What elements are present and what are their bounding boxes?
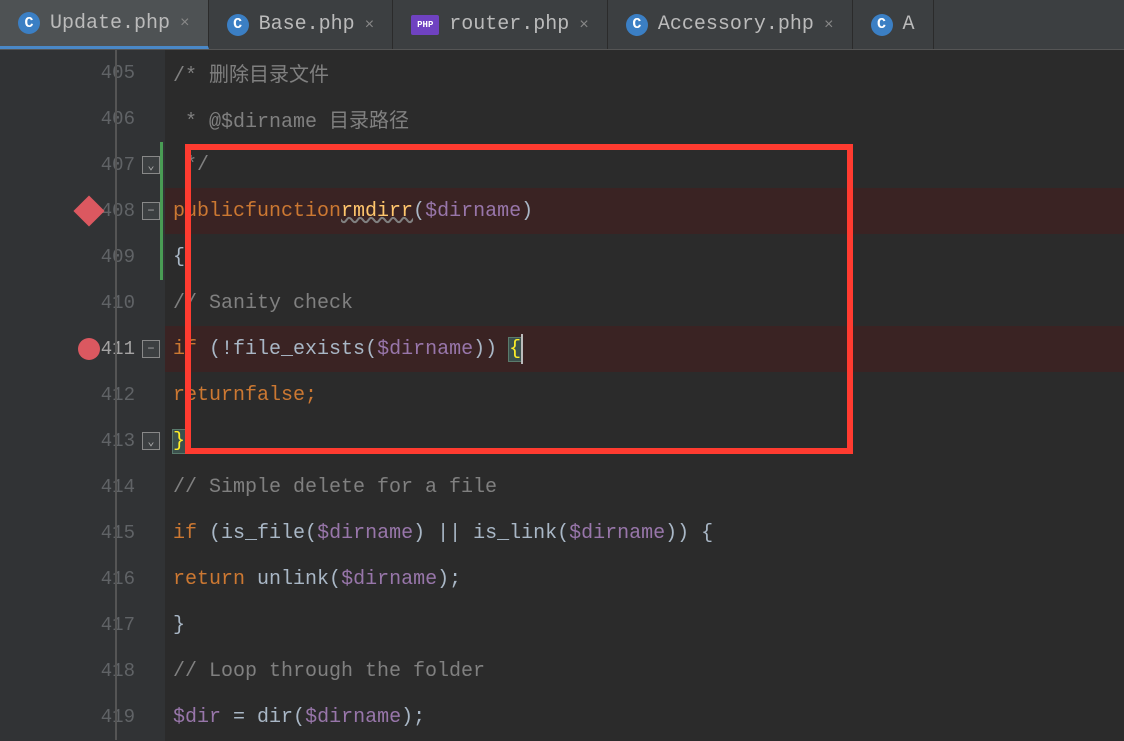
gutter-row[interactable]: 405	[0, 50, 165, 96]
class-icon: C	[626, 14, 648, 36]
tab-accessory-php[interactable]: C Accessory.php ×	[608, 0, 853, 49]
code-line[interactable]: return unlink($dirname);	[165, 556, 1124, 602]
gutter: 405 406 407⌄ 408− 409 410 411− 412 413⌄ …	[0, 50, 165, 741]
gutter-row[interactable]: 410	[0, 280, 165, 326]
tab-label: Accessory.php	[658, 13, 814, 36]
code-line[interactable]: }	[165, 602, 1124, 648]
tab-label: A	[903, 13, 915, 36]
class-icon: C	[18, 12, 40, 34]
fold-end-icon[interactable]: ⌄	[142, 432, 160, 450]
code-line[interactable]: return false;	[165, 372, 1124, 418]
editor-area: 405 406 407⌄ 408− 409 410 411− 412 413⌄ …	[0, 50, 1124, 741]
close-icon[interactable]: ×	[180, 14, 190, 32]
tab-label: Update.php	[50, 12, 170, 35]
fold-end-icon[interactable]: ⌄	[142, 156, 160, 174]
breakpoint-circle-icon[interactable]	[78, 338, 100, 360]
code-line[interactable]: if (is_file($dirname) || is_link($dirnam…	[165, 510, 1124, 556]
php-icon: PHP	[411, 15, 439, 35]
gutter-row[interactable]: 409	[0, 234, 165, 280]
code-line[interactable]: // Sanity check	[165, 280, 1124, 326]
fold-start-icon[interactable]: −	[142, 202, 160, 220]
text-cursor	[521, 334, 523, 364]
code-line[interactable]: * @$dirname 目录路径	[165, 96, 1124, 142]
gutter-row[interactable]: 407⌄	[0, 142, 165, 188]
gutter-row[interactable]: 412	[0, 372, 165, 418]
code-line[interactable]: $dir = dir($dirname);	[165, 694, 1124, 740]
gutter-row[interactable]: 417	[0, 602, 165, 648]
code-area[interactable]: /* 删除目录文件 * @$dirname 目录路径 */ public fun…	[165, 50, 1124, 741]
code-line[interactable]: /* 删除目录文件	[165, 50, 1124, 96]
code-line[interactable]: */	[165, 142, 1124, 188]
gutter-row[interactable]: 414	[0, 464, 165, 510]
gutter-row[interactable]: 406	[0, 96, 165, 142]
code-line[interactable]: {	[165, 234, 1124, 280]
code-line[interactable]: // Simple delete for a file	[165, 464, 1124, 510]
close-icon[interactable]: ×	[365, 16, 375, 34]
class-icon: C	[871, 14, 893, 36]
gutter-row[interactable]: 418	[0, 648, 165, 694]
close-icon[interactable]: ×	[824, 16, 834, 34]
code-line[interactable]: if (!file_exists($dirname)) {	[165, 326, 1124, 372]
tab-base-php[interactable]: C Base.php ×	[209, 0, 394, 49]
gutter-row[interactable]: 415	[0, 510, 165, 556]
tab-label: Base.php	[259, 13, 355, 36]
gutter-row[interactable]: 419	[0, 694, 165, 740]
tab-router-php[interactable]: PHP router.php ×	[393, 0, 608, 49]
tab-label: router.php	[449, 13, 569, 36]
code-line[interactable]: public function rmdirr($dirname)	[165, 188, 1124, 234]
gutter-row[interactable]: 408−	[0, 188, 165, 234]
class-icon: C	[227, 14, 249, 36]
gutter-row[interactable]: 411−	[0, 326, 165, 372]
close-icon[interactable]: ×	[579, 16, 589, 34]
tab-bar: C Update.php × C Base.php × PHP router.p…	[0, 0, 1124, 50]
gutter-row[interactable]: 416	[0, 556, 165, 602]
gutter-row[interactable]: 413⌄	[0, 418, 165, 464]
tab-update-php[interactable]: C Update.php ×	[0, 0, 209, 49]
code-line[interactable]: }	[165, 418, 1124, 464]
code-line[interactable]: // Loop through the folder	[165, 648, 1124, 694]
tab-partial[interactable]: C A	[853, 0, 934, 49]
fold-start-icon[interactable]: −	[142, 340, 160, 358]
